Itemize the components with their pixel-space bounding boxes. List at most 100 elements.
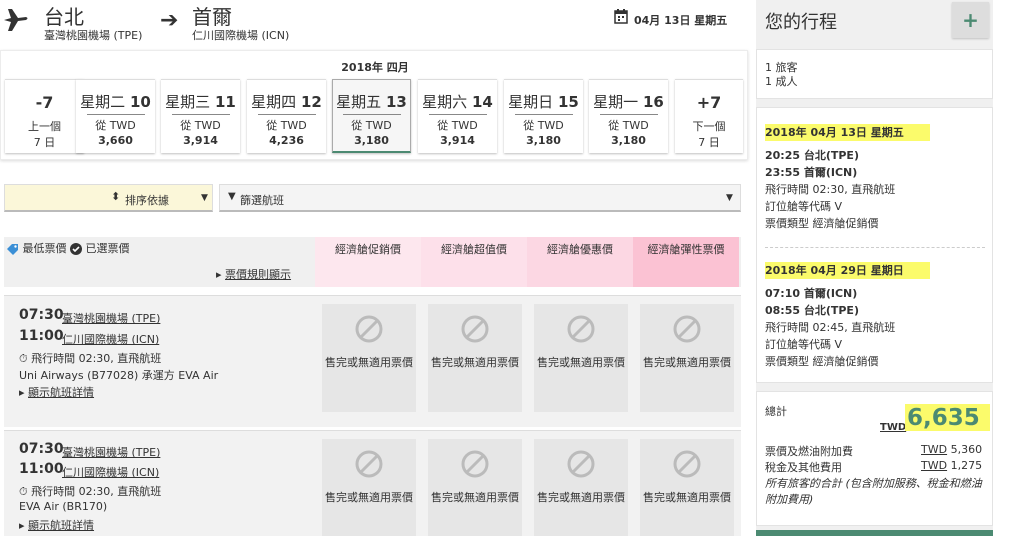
weekday: 星期五 [336,93,382,111]
unavailable-icon [567,315,595,343]
price-summary: 總計 TWD 6,635 票價及燃油附加費 TWD 5,360 稅金及其他費用 … [756,391,993,526]
departure-airport[interactable]: 臺灣桃園機場 (TPE) [62,444,160,460]
itinerary-segments: 2018年 04月 13日 星期五 20:25 台北(TPE) 23:55 首爾… [756,107,993,383]
airline: Uni Airways (B77028) 承運方 EVA Air [19,369,219,382]
return-segment: 2018年 04月 29日 星期日 07:10 首爾(ICN) 08:55 台北… [765,262,930,370]
departure-time: 07:30 [19,441,64,457]
day-number: 11 [214,93,236,111]
sort-dropdown[interactable]: ⬍ 排序依據 ▼ [4,184,213,212]
date-option-11[interactable]: 星期三 11 從 TWD 3,914 [161,79,240,153]
arrival-time: 11:00 [19,461,64,477]
airline: EVA Air (BR170) [19,500,108,513]
page-margin [993,0,1015,536]
fare-cell-unavailable: 售完或無適用票價 [640,439,734,536]
day-price: 4,236 [269,134,304,147]
date-option-15[interactable]: 星期日 15 從 TWD 3,180 [504,79,583,153]
date-option-14[interactable]: 星期六 14 從 TWD 3,914 [418,79,497,153]
day-price: 3,180 [611,134,646,147]
segment-departure: 20:25 台北(TPE) [765,149,859,162]
divider [171,114,230,115]
fare-amount: 5,360 [950,443,983,456]
travel-date: 04月 13日 星期五 [634,14,728,27]
divider [514,114,573,115]
origin-city: 台北 [44,5,84,29]
from-label: 從 TWD [608,119,649,132]
date-option-16[interactable]: 星期一 16 從 TWD 3,180 [589,79,668,153]
date-option-13-selected[interactable]: 星期五 13 從 TWD 3,180 [332,79,411,153]
next-week-days: 7 日 [698,136,720,149]
expand-plus-button[interactable]: + [952,2,989,38]
unavailable-icon [673,450,701,478]
tax-label: 稅金及其他費用 [765,461,842,474]
prev-week-days: 7 日 [33,136,56,149]
flight-row: 07:30 臺灣桃園機場 (TPE) 11:00 仁川國際機場 (ICN) ⏱ … [4,430,741,536]
segment-duration: 飛行時間 02:45, 直飛航班 [765,321,896,334]
filter-label: 篩選航班 [240,194,284,207]
date-option-10[interactable]: 星期二 10 從 TWD 3,660 [76,79,155,153]
day-number: 15 [557,93,579,111]
from-label: 從 TWD [266,119,307,132]
flight-duration: ⏱ 飛行時間 02:30, 直飛航班 [19,483,161,499]
fare-label: 票價及燃油附加費 [765,445,853,458]
fare-currency: TWD [921,443,948,456]
fare-class-header: 經濟艙促銷價 [315,237,421,287]
next-week-button[interactable]: +7 下一個 7 日 [675,79,743,153]
flight-results: 台北 臺灣桃園機場 (TPE) ➔ 首爾 仁川國際機場 (ICN) 04月 13… [0,0,748,536]
fare-cell-unavailable: 售完或無適用票價 [428,304,522,412]
date-option-12[interactable]: 星期四 12 從 TWD 4,236 [247,79,326,153]
divider [257,114,316,115]
fare-rules-text[interactable]: 票價規則顯示 [225,268,291,281]
route-header: 台北 臺灣桃園機場 (TPE) ➔ 首爾 仁川國際機場 (ICN) 04月 13… [0,0,748,50]
weekday: 星期一 [593,93,639,111]
fare-cell-unavailable: 售完或無適用票價 [534,439,628,536]
day-number: 14 [471,93,493,111]
weekday: 星期四 [251,93,297,111]
weekday: 星期三 [165,93,211,111]
fare-status: 售完或無適用票價 [537,491,625,504]
from-label: 從 TWD [437,119,478,132]
next-week-label: 下一個 [692,120,726,133]
filter-dropdown[interactable]: ▼ 篩選航班 ▼ [219,184,741,212]
fare-legend: 最低票價 已選票價 [6,240,130,256]
sort-icon: ⬍ [111,190,121,203]
flight-details-link[interactable]: ▸ 顯示航班詳情 [19,384,94,400]
divider [86,114,145,115]
fare-rules-link[interactable]: ▸ 票價規則顯示 [216,266,291,282]
divider [342,114,401,115]
total-label: 總計 [765,405,787,418]
duration-text: 飛行時間 02:30, 直飛航班 [31,352,162,365]
outbound-segment: 2018年 04月 13日 星期五 20:25 台北(TPE) 23:55 首爾… [765,124,930,232]
segment-arrival: 08:55 台北(TPE) [765,304,859,317]
flight-details-text[interactable]: 顯示航班詳情 [28,519,94,532]
unavailable-icon [355,450,383,478]
arrival-airport[interactable]: 仁川國際機場 (ICN) [62,464,159,480]
day-price: 3,660 [98,134,133,147]
flight-details-text[interactable]: 顯示航班詳情 [28,386,94,399]
segment-duration: 飛行時間 02:30, 直飛航班 [765,183,896,196]
continue-bar[interactable] [756,530,993,536]
itinerary-panel: 您的行程 + 1 旅客 1 成人 2018年 04月 13日 星期五 20:25… [756,0,993,536]
arrival-airport[interactable]: 仁川國際機場 (ICN) [62,331,159,347]
fare-cell-unavailable: 售完或無適用票價 [640,304,734,412]
fare-status: 售完或無適用票價 [431,491,519,504]
divider [599,114,658,115]
from-label: 從 TWD [523,119,564,132]
day-price: 3,180 [526,134,561,147]
day-number: 13 [385,93,407,111]
duration-text: 飛行時間 02:30, 直飛航班 [31,485,162,498]
unavailable-icon [461,450,489,478]
month-label: 2018年 四月 [341,61,409,74]
flight-details-link[interactable]: ▸ 顯示航班詳情 [19,517,94,533]
fare-class-header: 經濟艙優惠價 [527,237,633,287]
fare-class-header: 經濟艙彈性票價 [633,237,739,287]
unavailable-icon [567,450,595,478]
departure-airport[interactable]: 臺灣桃園機場 (TPE) [62,310,160,326]
chevron-down-icon: ▼ [726,193,733,203]
prev-week-button[interactable]: -7 上一個 7 日 [5,79,84,153]
flight-row: 07:30 臺灣桃園機場 (TPE) 11:00 仁川國際機場 (ICN) ⏱ … [4,295,741,427]
filter-icon: ▼ [228,191,236,202]
day-number: 10 [129,93,151,111]
segment-departure: 07:10 首爾(ICN) [765,287,858,300]
weekday: 星期日 [508,93,554,111]
segment-fare-type: 票價類型 經濟艙促銷價 [765,355,879,368]
